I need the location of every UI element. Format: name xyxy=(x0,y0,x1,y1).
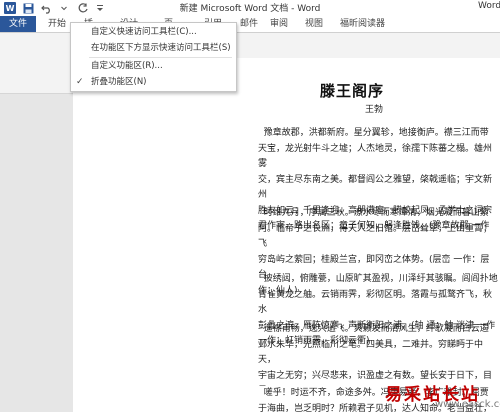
window-title: 新建 Microsoft Word 文档 - Word xyxy=(179,4,321,14)
menu-item-customize-ribbon[interactable]: 自定义功能区(R)... xyxy=(71,59,236,73)
site-watermark: 易采站长站 www.easck.com xyxy=(385,380,500,412)
tab-view[interactable]: 视图 xyxy=(305,16,323,32)
checkmark-icon: ✓ xyxy=(76,77,84,87)
menu-item-show-qat-below-ribbon[interactable]: 在功能区下方显示快速访问工具栏(S) xyxy=(71,41,236,55)
customize-qat-menu: 自定义快速访问工具栏(C)... 在功能区下方显示快速访问工具栏(S) 自定义功… xyxy=(70,22,237,92)
menu-item-customize-qat[interactable]: 自定义快速访问工具栏(C)... xyxy=(71,25,236,39)
document-paragraph: 遥襟甫畅，逸兴遄飞。爽籁发而清风生，纤歌凝而白云遏 邺水朱华，光照临川之笔。四美… xyxy=(258,324,493,381)
tab-home[interactable]: 开始 xyxy=(48,16,66,32)
tab-review[interactable]: 审阅 xyxy=(270,16,288,32)
tab-mailings[interactable]: 邮件 xyxy=(240,16,258,32)
menu-separator xyxy=(89,57,232,58)
title-bar: W 新建 Microsoft Word 文档 - Word Word xyxy=(0,0,500,17)
document-title: 滕王阁序 xyxy=(320,82,385,100)
watermark-url: www.easck.com xyxy=(435,399,500,410)
tab-foxit-reader[interactable]: 福昕阅读器 xyxy=(340,16,385,32)
tab-file[interactable]: 文件 xyxy=(0,16,36,32)
window-side-label: Word xyxy=(478,1,500,11)
document-author: 王勃 xyxy=(365,105,384,115)
menu-item-collapse-ribbon[interactable]: ✓ 折叠功能区(N) xyxy=(71,75,236,89)
